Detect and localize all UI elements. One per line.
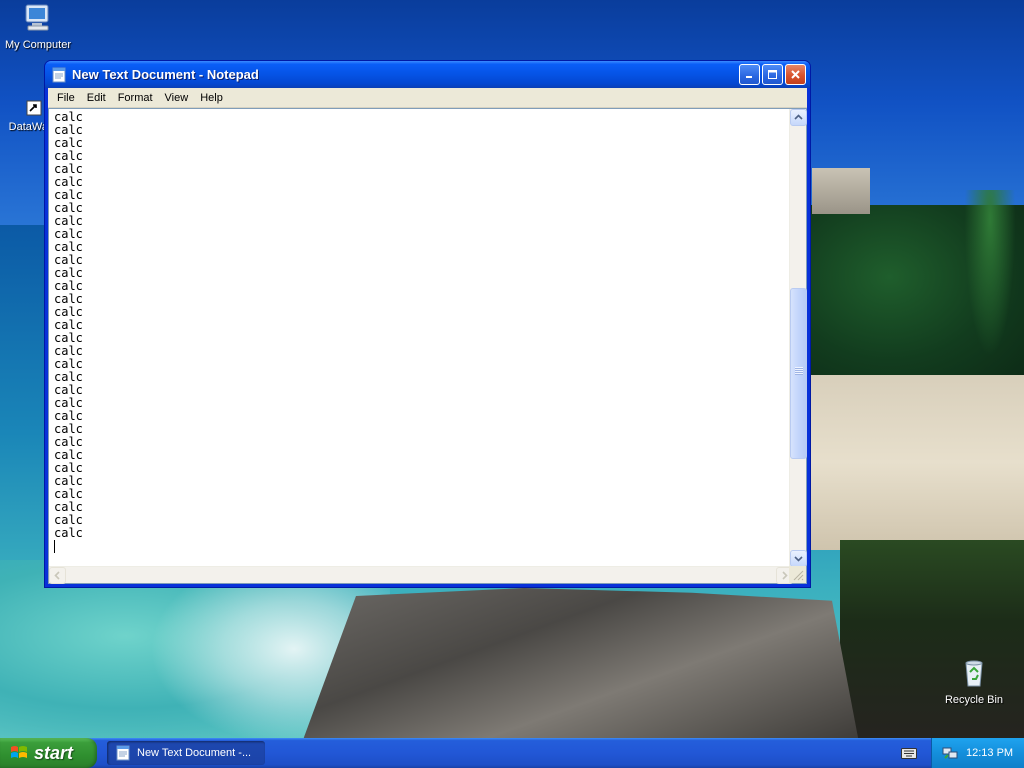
text-line: calc [54, 487, 83, 501]
text-line: calc [54, 461, 83, 475]
vertical-scroll-thumb[interactable] [790, 287, 807, 459]
desktop-icon-label: DataWa [8, 121, 48, 133]
close-button[interactable] [785, 64, 806, 85]
resize-grip[interactable] [789, 566, 806, 583]
chevron-right-icon [782, 571, 788, 580]
text-line: calc [54, 396, 83, 410]
text-line: calc [54, 435, 83, 449]
recycle-bin-icon [965, 660, 983, 687]
resize-grip-icon [793, 570, 804, 581]
chevron-down-icon [794, 556, 803, 562]
taskbar-item-notepad[interactable]: New Text Document -... [107, 741, 265, 765]
wallpaper-rocks [300, 588, 860, 740]
text-line: calc [54, 409, 83, 423]
text-line: calc [54, 292, 83, 306]
wallpaper-vegetation [840, 540, 1024, 740]
wallpaper-palm [960, 190, 1020, 380]
text-line: calc [54, 344, 83, 358]
system-tray: 12:13 PM [931, 738, 1024, 768]
text-line: calc [54, 513, 83, 527]
scroll-left-button[interactable] [49, 567, 66, 584]
menu-edit[interactable]: Edit [81, 92, 112, 104]
text-line: calc [54, 253, 83, 267]
text-line: calc [54, 240, 83, 254]
horizontal-scrollbar[interactable] [49, 566, 793, 584]
taskbar-item-label: New Text Document -... [137, 747, 252, 759]
text-line: calc [54, 214, 83, 228]
wallpaper-ruin [812, 168, 870, 214]
menu-bar: File Edit Format View Help [48, 88, 807, 108]
desktop-icon-label: Recycle Bin [944, 694, 1004, 706]
network-icon[interactable] [942, 745, 958, 761]
text-line: calc [54, 357, 83, 371]
minimize-icon [746, 76, 752, 78]
desktop-icon-recycle-bin[interactable]: Recycle Bin [934, 657, 1014, 706]
desktop-icon-my-computer[interactable]: My Computer [0, 2, 78, 51]
menu-view[interactable]: View [159, 92, 195, 104]
scroll-grip-icon [795, 366, 803, 375]
text-line: calc [54, 201, 83, 215]
windows-logo-icon [11, 746, 27, 758]
text-line: calc [54, 227, 83, 241]
close-icon [791, 70, 800, 79]
text-line: calc [54, 279, 83, 293]
text-line: calc [54, 474, 83, 488]
notepad-icon [52, 67, 66, 82]
chevron-up-icon [794, 114, 803, 120]
desktop-icon-label: My Computer [4, 39, 72, 51]
text-line: calc [54, 266, 83, 280]
vertical-scrollbar[interactable] [789, 109, 807, 567]
text-line: calc [54, 370, 83, 384]
clock: 12:13 PM [966, 747, 1014, 759]
menu-file[interactable]: File [51, 92, 81, 104]
menu-help[interactable]: Help [194, 92, 229, 104]
editor-area: calc calc calc calc calc calc calc calc calc calc… [48, 108, 807, 584]
maximize-button[interactable] [762, 64, 783, 85]
text-line: calc [54, 305, 83, 319]
text-line: calc [54, 162, 83, 176]
keyboard-icon[interactable] [901, 746, 917, 760]
text-line: calc [54, 383, 83, 397]
text-line: calc [54, 500, 83, 514]
computer-icon [25, 4, 49, 31]
shortcut-icon [26, 100, 42, 116]
text-line: calc [54, 526, 83, 540]
text-line: calc [54, 188, 83, 202]
window-title: New Text Document - Notepad [72, 67, 259, 82]
notepad-icon [116, 745, 130, 761]
text-line: calc [54, 175, 83, 189]
text-line: calc [54, 136, 83, 150]
start-button[interactable]: start [0, 738, 97, 768]
maximize-icon [768, 70, 777, 79]
text-line: calc [54, 422, 83, 436]
minimize-button[interactable] [739, 64, 760, 85]
text-line: calc [54, 331, 83, 345]
menu-format[interactable]: Format [112, 92, 159, 104]
start-label: start [34, 742, 74, 763]
taskbar: start New Text Document -... 12:13 PM [0, 738, 1024, 768]
text-editor[interactable]: calc calc calc calc calc calc calc calc calc calc… [49, 109, 793, 567]
text-line: calc [54, 318, 83, 332]
text-line: calc [54, 110, 83, 124]
notepad-window[interactable]: New Text Document - Notepad File Edit Fo… [44, 60, 811, 588]
text-caret [54, 540, 55, 553]
text-line: calc [54, 149, 83, 163]
chevron-left-icon [54, 571, 60, 580]
title-bar[interactable]: New Text Document - Notepad [45, 61, 810, 88]
wallpaper-beach [805, 375, 1024, 550]
scroll-up-button[interactable] [790, 109, 807, 126]
desktop-icon-datawatch[interactable]: DataWa [0, 100, 48, 133]
scroll-down-button[interactable] [790, 550, 807, 567]
text-line: calc [54, 123, 83, 137]
text-line: calc [54, 448, 83, 462]
